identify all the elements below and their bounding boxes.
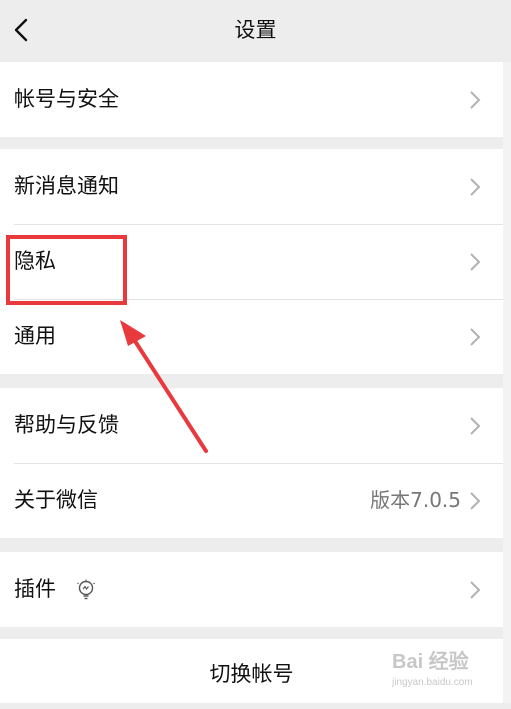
settings-item-label: 关于微信 [14,488,98,512]
settings-item-about[interactable]: 关于微信 版本7.0.5 [0,463,503,538]
settings-item-label: 帮助与反馈 [14,413,119,437]
settings-item-label: 插件 [14,577,56,601]
settings-item-account-security[interactable]: 帐号与安全 [0,62,503,137]
settings-item-plugins[interactable]: 插件 [0,552,503,627]
navigation-bar: 设置 [0,0,511,62]
watermark-logo: Bai 经验 jingyan.baidu.com [392,645,502,695]
settings-item-general[interactable]: 通用 [0,299,503,374]
watermark-text: Bai 经验 [392,651,469,673]
screen-edge [503,62,511,703]
chevron-right-icon [470,492,481,510]
lightbulb-icon [77,579,95,600]
highlight-box [6,235,127,305]
version-value: 版本7.0.5 [370,488,461,512]
chevron-right-icon [470,91,481,109]
settings-item-label: 通用 [14,324,56,348]
chevron-right-icon [470,328,481,346]
settings-group-help: 帮助与反馈 关于微信 版本7.0.5 [0,388,503,538]
settings-group-account: 帐号与安全 [0,62,503,137]
settings-group-plugins: 插件 [0,552,503,627]
chevron-right-icon [470,417,481,435]
settings-item-notifications[interactable]: 新消息通知 [0,149,503,224]
chevron-right-icon [470,581,481,599]
settings-item-label: 帐号与安全 [14,87,119,111]
page-title: 设置 [234,18,277,42]
watermark-url: jingyan.baidu.com [392,677,473,688]
settings-item-label: 新消息通知 [14,174,119,198]
chevron-right-icon [470,253,481,271]
chevron-right-icon [470,178,481,196]
settings-item-help-feedback[interactable]: 帮助与反馈 [0,388,503,463]
